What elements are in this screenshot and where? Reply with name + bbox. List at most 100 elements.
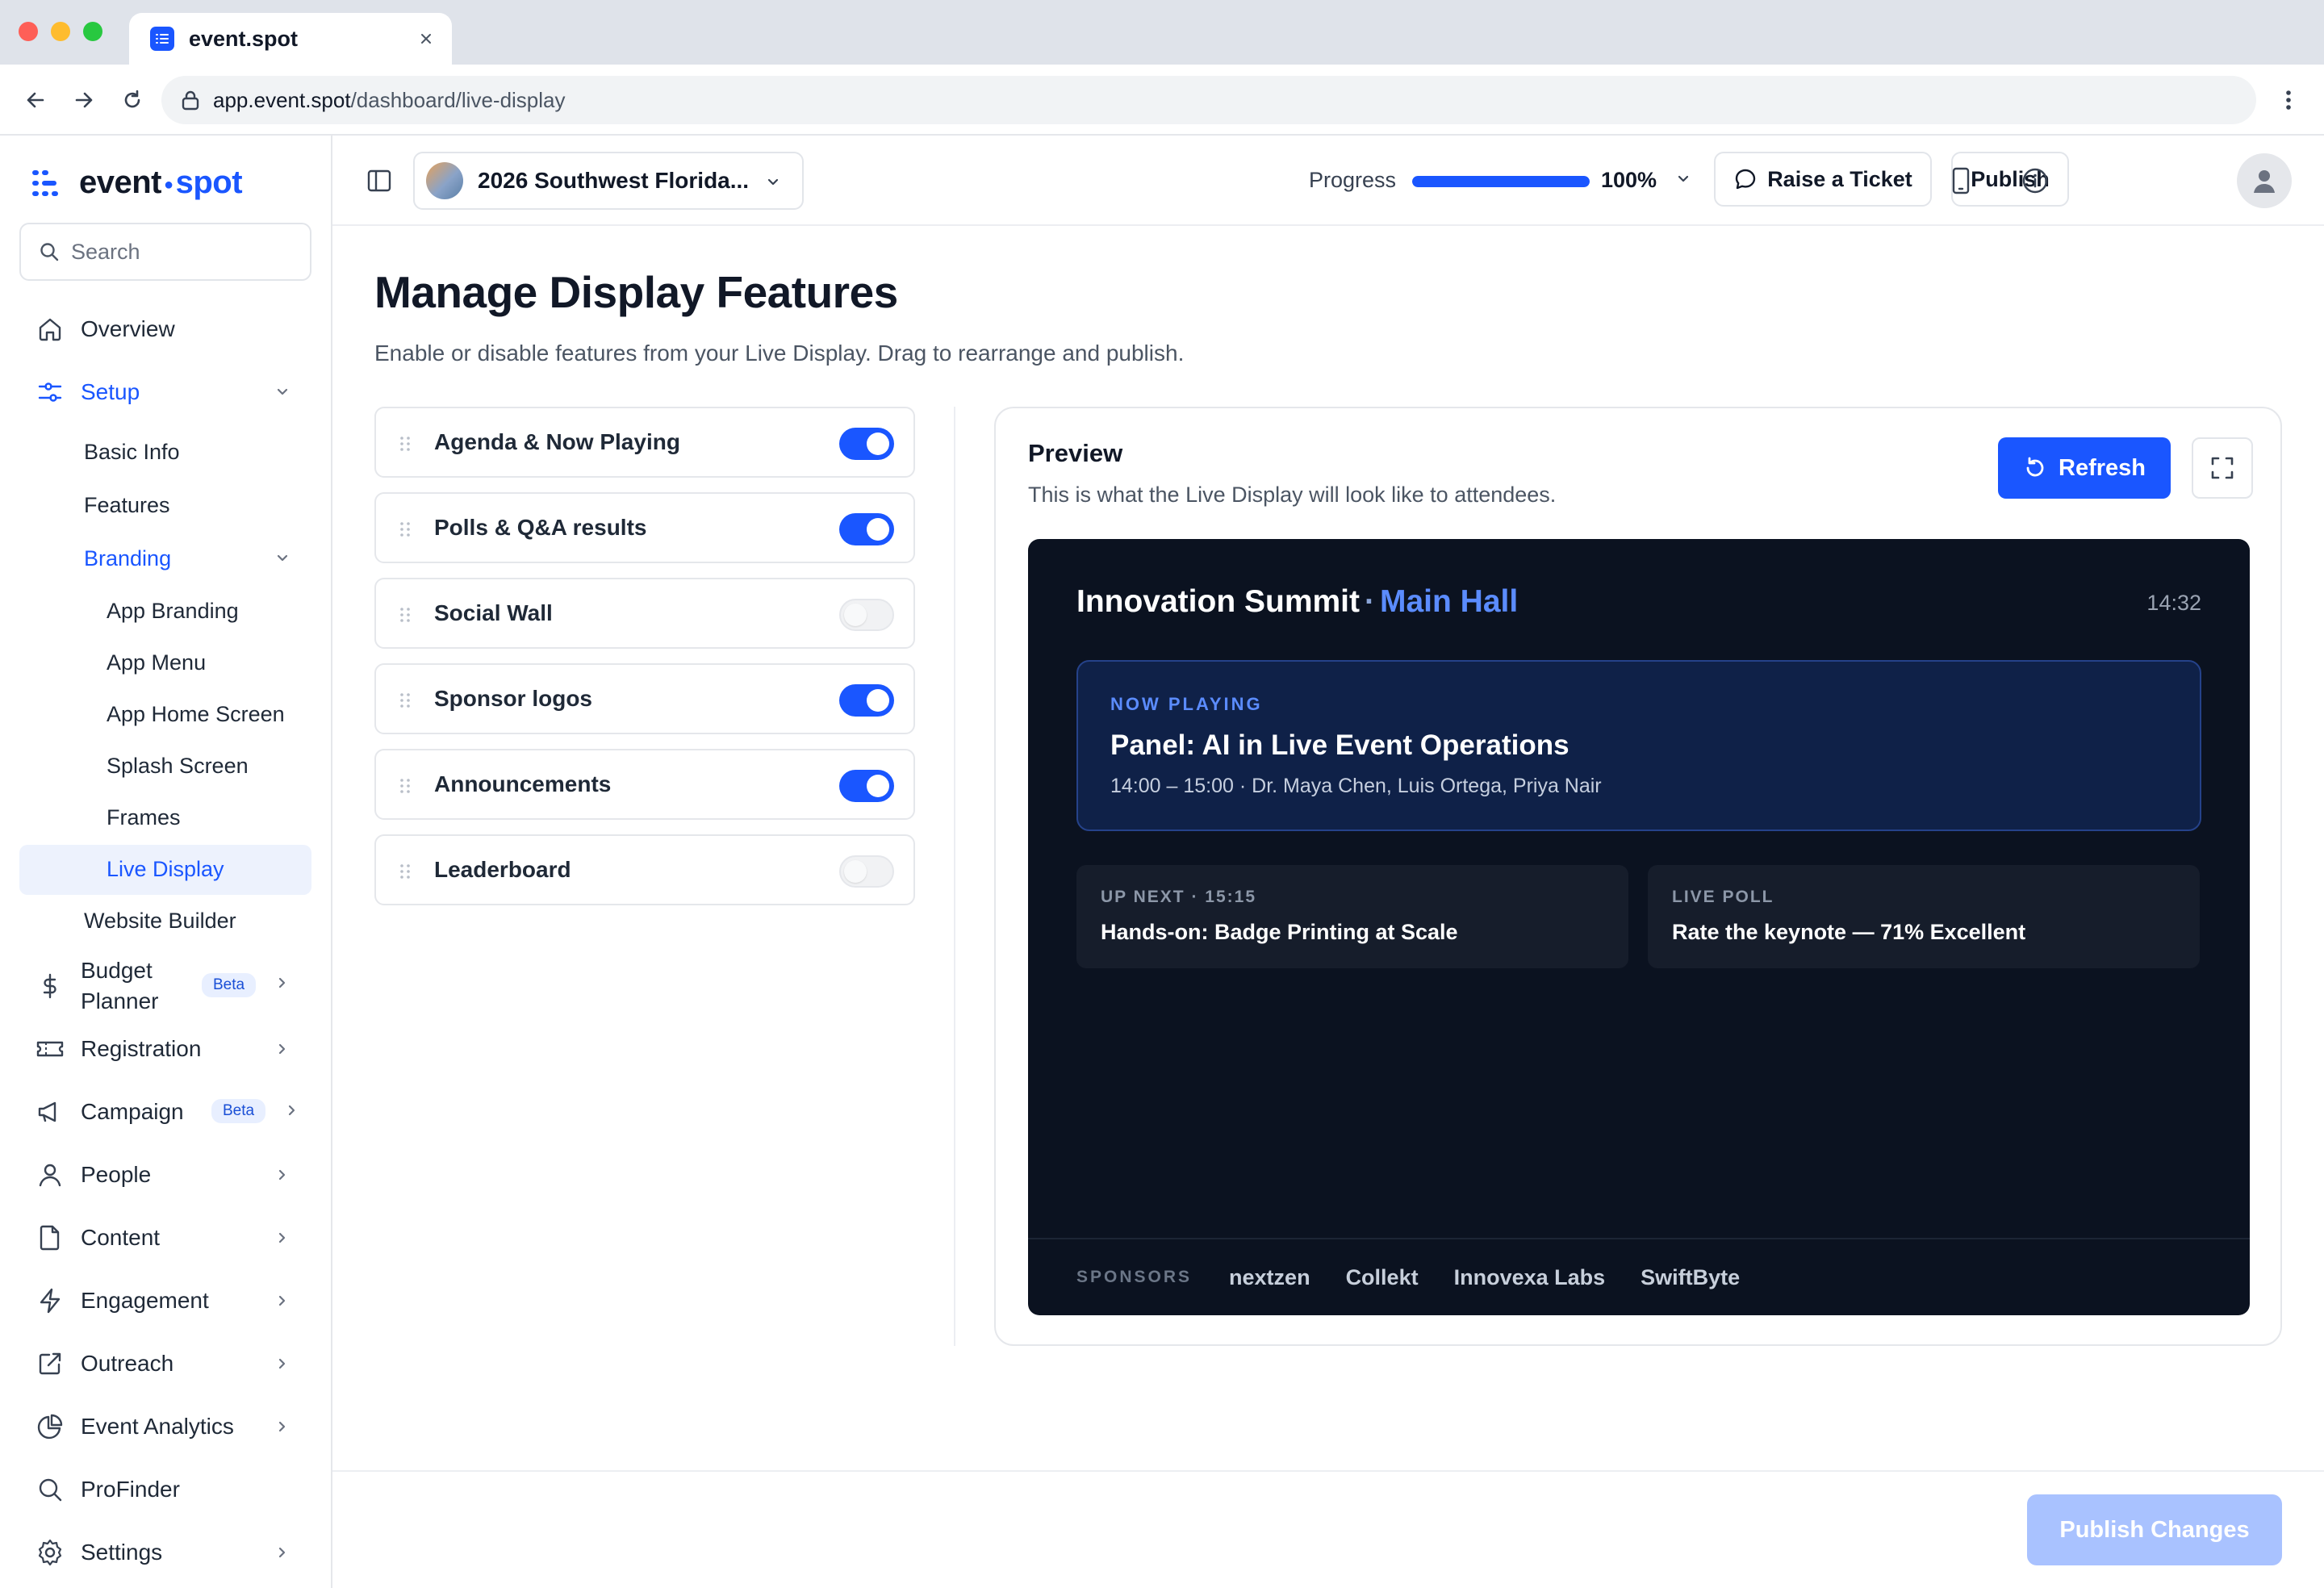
content-chevron-right-icon[interactable] xyxy=(271,1227,294,1249)
toggle-knob xyxy=(867,518,889,541)
feature-row[interactable]: Leaderboard xyxy=(374,834,915,905)
feature-toggle[interactable] xyxy=(839,855,894,888)
window-zoom-button[interactable] xyxy=(83,22,102,41)
nav-content[interactable]: Content xyxy=(34,1222,160,1254)
display-clock: 14:32 xyxy=(2146,591,2201,615)
nav-basic-info[interactable]: Basic Info xyxy=(84,440,180,465)
nav-settings[interactable]: Settings xyxy=(34,1536,162,1569)
nav-outreach-label: Outreach xyxy=(81,1351,174,1376)
address-bar[interactable]: app.event.spot/dashboard/live-display xyxy=(161,76,2256,124)
feature-row[interactable]: Social Wall xyxy=(374,578,915,649)
nav-campaign-label: Campaign xyxy=(81,1099,184,1124)
feature-label: Announcements xyxy=(434,771,612,796)
nav-registration[interactable]: Registration xyxy=(34,1033,201,1065)
browser-tab[interactable]: event.spot xyxy=(129,13,452,65)
feature-row[interactable]: Agenda & Now Playing xyxy=(374,407,915,478)
back-arrow-icon[interactable] xyxy=(19,84,52,116)
search-input[interactable] xyxy=(71,239,305,265)
nav-features[interactable]: Features xyxy=(84,493,170,518)
sponsor-bar: SPONSORS nextzen Collekt Innovexa Labs S… xyxy=(1028,1238,2250,1315)
settings-chevron-right-icon[interactable] xyxy=(271,1541,294,1564)
search-icon xyxy=(40,243,59,261)
logo-mark-icon xyxy=(32,169,58,196)
progress-chevron-down-icon[interactable] xyxy=(1672,168,1695,190)
nav-app-menu[interactable]: App Menu xyxy=(107,650,206,675)
publish-changes-button[interactable]: Publish Changes xyxy=(2027,1494,2282,1565)
magnifier-icon xyxy=(34,1473,66,1506)
window-close-button[interactable] xyxy=(19,22,38,41)
feature-toggle[interactable] xyxy=(839,770,894,802)
campaign-chevron-right-icon[interactable] xyxy=(281,1099,303,1122)
beta-label: Beta xyxy=(202,973,257,997)
refresh-button[interactable]: Refresh xyxy=(1998,437,2171,499)
nav-profinder-label: ProFinder xyxy=(81,1477,180,1502)
drag-handle-icon[interactable] xyxy=(397,605,413,625)
fullscreen-button[interactable] xyxy=(2192,437,2253,499)
nav-splash-screen[interactable]: Splash Screen xyxy=(107,754,249,779)
drag-handle-icon[interactable] xyxy=(397,520,413,539)
sidebar-search[interactable] xyxy=(19,223,311,281)
reload-icon[interactable] xyxy=(116,84,148,116)
raise-ticket-button[interactable]: Raise a Ticket xyxy=(1714,152,1932,207)
nav-budget-planner[interactable]: Budget Planner xyxy=(34,955,159,1017)
forward-arrow-icon[interactable] xyxy=(68,84,100,116)
analytics-chevron-right-icon[interactable] xyxy=(271,1415,294,1438)
now-playing-card: NOW PLAYING Panel: AI in Live Event Oper… xyxy=(1076,660,2201,831)
people-chevron-right-icon[interactable] xyxy=(271,1164,294,1186)
nav-app-home-screen[interactable]: App Home Screen xyxy=(107,702,285,727)
nav-setup[interactable]: Setup xyxy=(34,376,140,408)
info-icon[interactable] xyxy=(2017,163,2053,198)
drag-handle-icon[interactable] xyxy=(397,691,413,710)
feature-row[interactable]: Sponsor logos xyxy=(374,663,915,734)
browser-menu-icon[interactable] xyxy=(2272,84,2305,116)
feature-toggle[interactable] xyxy=(839,599,894,631)
nav-outreach[interactable]: Outreach xyxy=(34,1348,173,1380)
raise-ticket-label: Raise a Ticket xyxy=(1767,166,1912,191)
gear-icon xyxy=(34,1536,66,1569)
nav-profinder[interactable]: ProFinder xyxy=(34,1473,180,1506)
nav-people[interactable]: People xyxy=(34,1159,151,1191)
external-link-icon xyxy=(34,1348,66,1380)
registration-chevron-right-icon[interactable] xyxy=(271,1038,294,1060)
setup-chevron-down-icon[interactable] xyxy=(271,381,294,403)
outreach-chevron-right-icon[interactable] xyxy=(271,1352,294,1375)
refresh-label: Refresh xyxy=(2059,454,2146,481)
budget-chevron-right-icon[interactable] xyxy=(271,972,294,994)
event-selector[interactable]: 2026 Southwest Florida... xyxy=(413,152,804,210)
nav-engagement[interactable]: Engagement xyxy=(34,1285,209,1317)
preview-subtitle: This is what the Live Display will look … xyxy=(1028,483,1557,507)
megaphone-icon xyxy=(34,1096,66,1128)
window-minimize-button[interactable] xyxy=(51,22,70,41)
feature-toggle[interactable] xyxy=(839,428,894,460)
drag-handle-icon[interactable] xyxy=(397,434,413,453)
nav-event-analytics[interactable]: Event Analytics xyxy=(34,1410,234,1443)
nav-website-builder[interactable]: Website Builder xyxy=(84,909,236,934)
feature-toggle[interactable] xyxy=(839,684,894,717)
url-host: app.event.spot xyxy=(213,87,351,112)
mobile-preview-icon[interactable] xyxy=(1943,163,1979,198)
drag-handle-icon[interactable] xyxy=(397,776,413,796)
feature-row[interactable]: Announcements xyxy=(374,749,915,820)
feature-row[interactable]: Polls & Q&A results xyxy=(374,492,915,563)
drag-handle-icon[interactable] xyxy=(397,862,413,881)
budget-beta-badge: Beta xyxy=(202,973,257,997)
tab-close-icon[interactable] xyxy=(415,27,437,50)
nav-branding[interactable]: Branding xyxy=(84,546,171,571)
sidebar-toggle-icon[interactable] xyxy=(362,163,397,198)
toggle-knob xyxy=(844,604,867,626)
nav-campaign[interactable]: Campaign xyxy=(34,1096,184,1128)
nav-overview[interactable]: Overview xyxy=(34,313,175,345)
toggle-knob xyxy=(867,689,889,712)
nav-app-branding[interactable]: App Branding xyxy=(107,599,239,624)
branding-chevron-down-icon[interactable] xyxy=(271,547,294,570)
feature-toggle[interactable] xyxy=(839,513,894,545)
user-avatar[interactable] xyxy=(2237,153,2292,208)
nav-overview-label: Overview xyxy=(81,316,175,341)
address-url: app.event.spot/dashboard/live-display xyxy=(213,88,566,113)
logo[interactable]: event ●spot xyxy=(32,165,243,201)
nav-live-display[interactable]: Live Display xyxy=(107,857,224,882)
lightning-icon xyxy=(34,1285,66,1317)
engagement-chevron-right-icon[interactable] xyxy=(271,1289,294,1312)
page-title: Manage Display Features xyxy=(374,267,898,317)
nav-frames[interactable]: Frames xyxy=(107,805,181,830)
